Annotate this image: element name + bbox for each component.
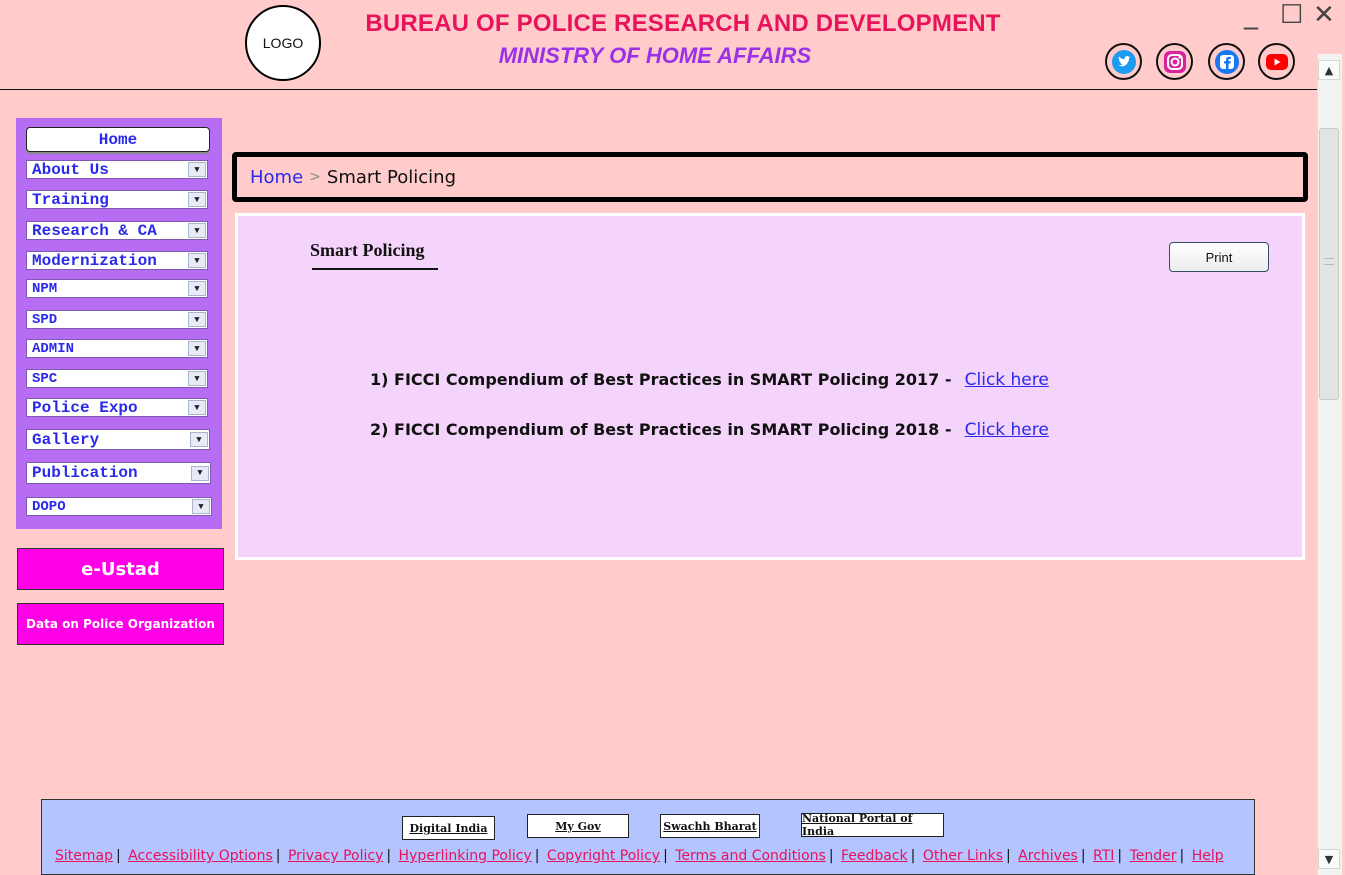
sidebar-item-gallery[interactable]: Gallery ▼ bbox=[26, 429, 210, 450]
chevron-down-icon[interactable]: ▼ bbox=[188, 253, 206, 268]
digital-india-button[interactable]: Digital India bbox=[402, 816, 495, 840]
footer-link-archives[interactable]: Archives bbox=[1018, 848, 1078, 864]
close-button[interactable]: ✕ bbox=[1313, 2, 1335, 28]
my-gov-button[interactable]: My Gov bbox=[527, 814, 629, 838]
sidebar-item-label: Research & CA bbox=[32, 221, 157, 240]
chevron-down-icon[interactable]: ▼ bbox=[188, 312, 206, 327]
site-logo[interactable]: LOGO bbox=[245, 5, 321, 81]
twitter-icon[interactable] bbox=[1105, 43, 1142, 80]
chevron-down-icon[interactable]: ▼ bbox=[188, 341, 206, 356]
sidebar-item-training[interactable]: Training ▼ bbox=[26, 190, 208, 209]
sidebar-item-label: ADMIN bbox=[32, 340, 75, 357]
home-button[interactable]: Home bbox=[26, 127, 210, 152]
footer-links: Sitemap | Accessibility Options | Privacy … bbox=[55, 848, 1224, 864]
maximize-button[interactable]: ☐ bbox=[1280, 2, 1303, 28]
breadcrumb-current: Smart Policing bbox=[326, 166, 457, 188]
national-portal-button[interactable]: National Portal of India bbox=[801, 812, 944, 838]
chevron-down-icon[interactable]: ▼ bbox=[191, 465, 209, 481]
chevron-down-icon[interactable]: ▼ bbox=[190, 432, 208, 447]
chevron-down-icon[interactable]: ▼ bbox=[188, 192, 206, 207]
sidebar-item-spd[interactable]: SPD ▼ bbox=[26, 310, 208, 329]
footer-link-copyright[interactable]: Copyright Policy bbox=[547, 848, 660, 864]
data-on-police-organization-button[interactable]: Data on Police Organization bbox=[17, 603, 224, 645]
breadcrumb: Home > Smart Policing bbox=[232, 152, 1308, 202]
sidebar-item-label: About Us bbox=[32, 160, 109, 179]
sidebar-item-police-expo[interactable]: Police Expo ▼ bbox=[26, 398, 208, 417]
e-ustad-button[interactable]: e-Ustad bbox=[17, 548, 224, 590]
youtube-icon[interactable] bbox=[1258, 43, 1295, 80]
sidebar-item-label: SPC bbox=[32, 370, 58, 387]
footer-link-terms[interactable]: Terms and Conditions bbox=[675, 848, 826, 864]
header-divider bbox=[0, 89, 1317, 90]
chevron-down-icon[interactable]: ▼ bbox=[188, 223, 206, 238]
chevron-down-icon[interactable]: ▼ bbox=[188, 281, 206, 296]
page-title: Smart Policing bbox=[310, 240, 425, 260]
footer-link-tender[interactable]: Tender bbox=[1130, 848, 1177, 864]
sidebar-item-npm[interactable]: NPM ▼ bbox=[26, 279, 208, 298]
chevron-down-icon[interactable]: ▼ bbox=[188, 162, 206, 177]
document-title: 1) FICCI Compendium of Best Practices in… bbox=[370, 370, 952, 389]
scroll-down-button[interactable]: ▼ bbox=[1318, 849, 1340, 869]
sidebar-item-label: Police Expo bbox=[32, 398, 138, 417]
footer-link-accessibility[interactable]: Accessibility Options bbox=[128, 848, 273, 864]
print-button[interactable]: Print bbox=[1169, 242, 1269, 272]
sidebar-item-label: DOPO bbox=[32, 498, 66, 515]
title-underline bbox=[312, 268, 438, 270]
footer-link-rti[interactable]: RTI bbox=[1093, 848, 1114, 864]
breadcrumb-separator: > bbox=[309, 169, 321, 185]
chevron-down-icon[interactable]: ▼ bbox=[188, 371, 206, 386]
document-download-link[interactable]: Click here bbox=[965, 420, 1049, 440]
scrollbar-grip-icon bbox=[1324, 258, 1334, 265]
sidebar-item-label: Gallery bbox=[32, 430, 100, 449]
document-row: 1) FICCI Compendium of Best Practices in… bbox=[370, 370, 1049, 390]
footer-link-hyperlinking[interactable]: Hyperlinking Policy bbox=[399, 848, 532, 864]
chevron-down-icon[interactable]: ▼ bbox=[188, 400, 206, 415]
document-row: 2) FICCI Compendium of Best Practices in… bbox=[370, 420, 1049, 440]
swachh-bharat-button[interactable]: Swachh Bharat bbox=[660, 814, 760, 838]
sidebar-item-dopo[interactable]: DOPO ▼ bbox=[26, 497, 212, 516]
footer-link-other-links[interactable]: Other Links bbox=[923, 848, 1003, 864]
sidebar-item-modernization[interactable]: Modernization ▼ bbox=[26, 251, 208, 270]
site-subtitle: MINISTRY OF HOME AFFAIRS bbox=[498, 43, 812, 68]
site-title: BUREAU OF POLICE RESEARCH AND DEVELOPMEN… bbox=[365, 10, 1001, 37]
sidebar-item-admin[interactable]: ADMIN ▼ bbox=[26, 339, 208, 358]
chevron-down-icon[interactable]: ▼ bbox=[192, 499, 210, 514]
sidebar-item-spc[interactable]: SPC ▼ bbox=[26, 369, 208, 388]
sidebar-item-label: Modernization bbox=[32, 251, 157, 270]
sidebar-item-label: Training bbox=[32, 190, 109, 209]
instagram-icon[interactable] bbox=[1156, 43, 1193, 80]
sidebar-item-label: Publication bbox=[32, 464, 138, 482]
document-download-link[interactable]: Click here bbox=[965, 370, 1049, 390]
sidebar-item-label: NPM bbox=[32, 280, 58, 297]
footer-link-sitemap[interactable]: Sitemap bbox=[55, 848, 113, 864]
footer-link-help[interactable]: Help bbox=[1192, 848, 1224, 864]
footer-link-feedback[interactable]: Feedback bbox=[841, 848, 908, 864]
breadcrumb-home-link[interactable]: Home bbox=[250, 167, 303, 188]
document-title: 2) FICCI Compendium of Best Practices in… bbox=[370, 420, 952, 439]
footer-link-privacy[interactable]: Privacy Policy bbox=[288, 848, 383, 864]
scroll-up-button[interactable]: ▲ bbox=[1318, 60, 1340, 80]
sidebar-item-about-us[interactable]: About Us ▼ bbox=[26, 160, 208, 179]
minimize-button[interactable]: _ bbox=[1244, 0, 1258, 28]
facebook-icon[interactable] bbox=[1208, 43, 1245, 80]
sidebar-item-research[interactable]: Research & CA ▼ bbox=[26, 221, 208, 240]
sidebar-item-label: SPD bbox=[32, 311, 58, 328]
sidebar-item-publication[interactable]: Publication ▼ bbox=[26, 462, 211, 484]
